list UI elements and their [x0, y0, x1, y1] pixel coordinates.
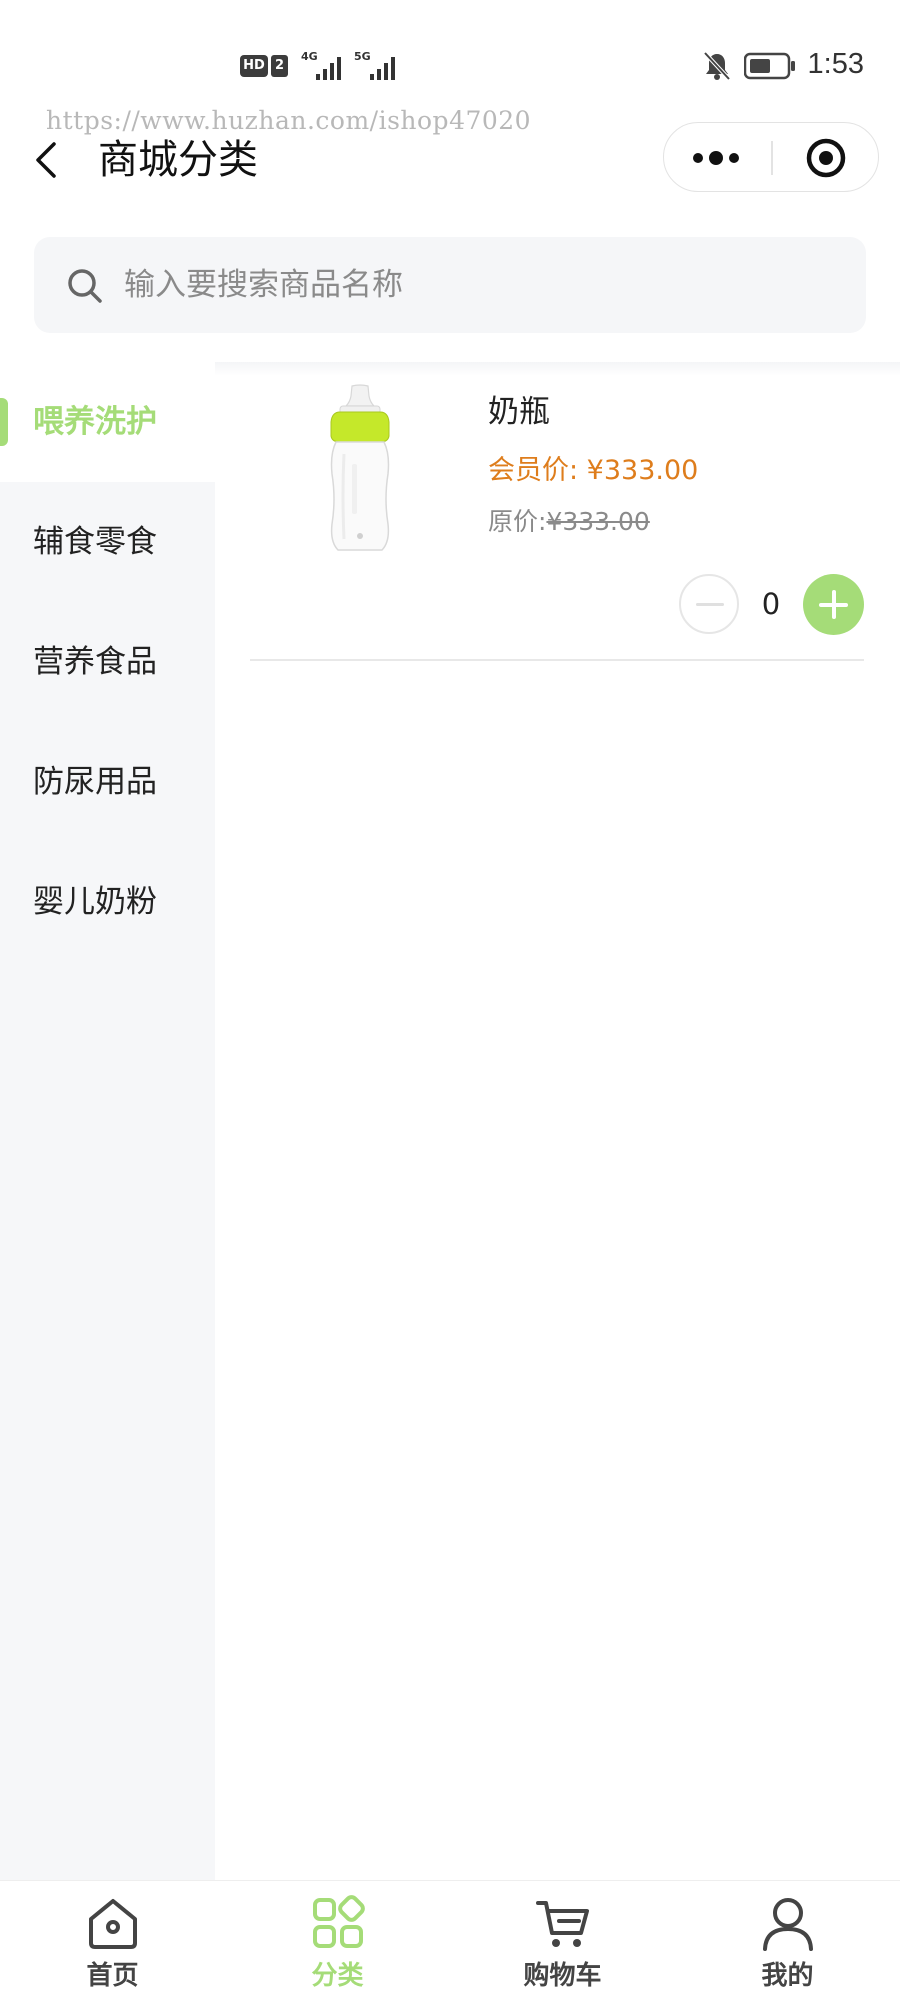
network-5g-label: 5G: [354, 50, 371, 63]
hd-badge: HD: [240, 55, 268, 77]
status-bar: HD 2 4G 5G 1:53: [0, 0, 900, 110]
product-divider: [250, 659, 864, 661]
more-dots-icon: [693, 151, 739, 165]
category-item-feeding-care[interactable]: 喂养洗护: [0, 362, 215, 482]
category-item-snacks[interactable]: 辅食零食: [0, 482, 215, 602]
tab-home[interactable]: 首页: [0, 1881, 225, 2000]
category-item-diapers[interactable]: 防尿用品: [0, 722, 215, 842]
more-button[interactable]: [664, 123, 771, 193]
tab-profile[interactable]: 我的: [675, 1881, 900, 2000]
category-sidebar: 喂养洗护 辅食零食 营养食品 防尿用品 婴儿奶粉: [0, 362, 215, 1880]
tab-label: 购物车: [523, 1961, 602, 1991]
category-icon: [312, 1895, 365, 1948]
tab-cart[interactable]: 购物车: [450, 1881, 675, 2000]
active-indicator: [0, 398, 8, 446]
close-mini-program-button[interactable]: [773, 123, 880, 193]
product-name: 奶瓶: [488, 394, 550, 430]
page-title: 商城分类: [98, 137, 258, 183]
signal-icon: [370, 57, 395, 80]
mini-program-capsule: [663, 122, 879, 192]
original-price-label: 原价:: [488, 507, 547, 536]
search-bar[interactable]: [34, 237, 866, 333]
original-price: 原价:¥333.00: [488, 502, 650, 538]
category-label: 喂养洗护: [33, 404, 157, 440]
decrease-quantity-button[interactable]: [679, 574, 739, 634]
product-card[interactable]: 奶瓶 会员价: ¥333.00 原价:¥333.00 0: [250, 376, 864, 660]
category-label: 防尿用品: [33, 764, 157, 800]
signal-icon: [316, 57, 341, 80]
target-circle-icon: [806, 138, 846, 178]
member-price: 会员价: ¥333.00: [488, 455, 699, 486]
user-icon: [762, 1898, 813, 1951]
category-label: 营养食品: [33, 644, 157, 680]
baby-bottle-image: [330, 384, 390, 551]
battery-icon: [744, 52, 795, 80]
tab-category[interactable]: 分类: [225, 1881, 450, 2000]
category-item-infant-formula[interactable]: 婴儿奶粉: [0, 842, 215, 962]
category-label: 辅食零食: [33, 524, 157, 560]
bottom-tab-bar: 首页 分类 购物车 我的: [0, 1880, 900, 2000]
sim-badge: 2: [271, 55, 288, 77]
clock-time: 1:53: [807, 48, 864, 80]
increase-quantity-button[interactable]: [803, 574, 864, 635]
search-input[interactable]: [124, 259, 824, 311]
search-icon: [68, 269, 102, 303]
tab-label: 我的: [761, 1961, 814, 1991]
chevron-left-icon: [36, 142, 56, 178]
category-label: 婴儿奶粉: [33, 884, 157, 920]
quantity-value: 0: [761, 587, 781, 621]
tab-label: 首页: [86, 1961, 139, 1991]
back-button[interactable]: [28, 130, 72, 190]
home-icon: [88, 1899, 137, 1949]
cart-icon: [535, 1901, 589, 1947]
category-item-nutrition[interactable]: 营养食品: [0, 602, 215, 722]
original-price-value: ¥333.00: [546, 507, 650, 536]
tab-label: 分类: [311, 1961, 364, 1991]
bell-muted-icon: [703, 51, 731, 81]
